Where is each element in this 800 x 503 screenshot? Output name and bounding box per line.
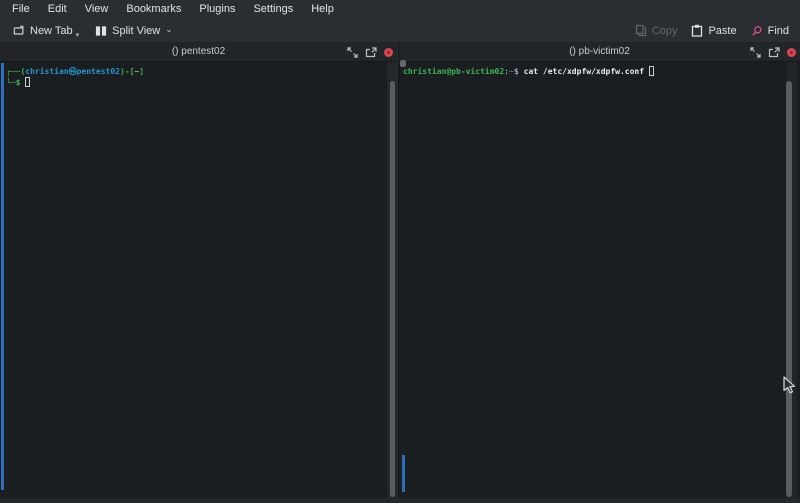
toolbar-left-group: New Tab ▾ Split View ⌄ (6, 19, 180, 43)
prompt-frame-close: ] (139, 67, 144, 76)
detach-view-icon[interactable] (365, 47, 377, 59)
left-pane-titlebar[interactable]: () pentest02 (0, 43, 397, 62)
left-pane-title: () pentest02 (0, 43, 397, 61)
split-view-label: Split View (112, 25, 160, 37)
mouse-pointer-icon (783, 376, 796, 399)
terminal-area-pentest02[interactable]: ┌──(christian㉿pentest02)-[~] └─$ (0, 62, 397, 503)
scroll-indicator (1, 63, 4, 490)
toolbar-right-group: Copy Paste Find (628, 19, 796, 43)
scroll-indicator (402, 455, 405, 492)
prompt-symbol: $ (514, 67, 519, 76)
typed-command: cat /etc/xdpfw/xdpfw.conf (524, 67, 644, 76)
paste-button[interactable]: Paste (684, 19, 743, 43)
maximize-view-icon[interactable] (749, 47, 761, 59)
close-view-icon[interactable] (787, 48, 796, 57)
prompt-symbol: └─$ (6, 78, 20, 87)
copy-button[interactable]: Copy (628, 19, 685, 43)
copy-icon (635, 25, 647, 37)
scroll-indicator-cap (400, 60, 406, 67)
right-pane-scrollbar-thumb[interactable] (786, 81, 792, 497)
terminal-cursor (649, 66, 654, 76)
left-pane-scrollbar-thumb[interactable] (390, 81, 395, 497)
menu-item-bookmarks[interactable]: Bookmarks (117, 0, 190, 19)
terminal-area-pb-victim02[interactable]: christian@pb-victim02:~$cat /etc/xdpfw/x… (399, 62, 800, 503)
menu-bar: File Edit View Bookmarks Plugins Setting… (0, 0, 800, 19)
prompt-frame-open: ┌──( (6, 67, 25, 76)
left-pane-scrollbar-track[interactable] (387, 62, 397, 503)
menu-item-view[interactable]: View (76, 0, 118, 19)
menu-item-settings[interactable]: Settings (244, 0, 302, 19)
paste-label: Paste (708, 25, 736, 37)
right-pane-title: () pb-victim02 (399, 43, 800, 61)
new-tab-button[interactable]: New Tab ▾ (6, 19, 88, 43)
right-pane-title-icons (749, 43, 796, 62)
right-pane-titlebar[interactable]: () pb-victim02 (399, 43, 800, 62)
window-bottom-edge (0, 498, 800, 503)
terminal-cursor (25, 77, 30, 87)
right-pane-scrollbar-track[interactable] (787, 62, 797, 503)
terminal-pane-pentest02: () pentest02 ┌──(christian㉿pentest02)-[~… (0, 43, 397, 503)
copy-label: Copy (652, 25, 678, 37)
toolbar: New Tab ▾ Split View ⌄ Copy (0, 19, 800, 43)
prompt-frame-mid: )-[ (120, 67, 134, 76)
split-view-icon (95, 25, 107, 37)
new-tab-icon (13, 25, 25, 37)
left-pane-title-icons (346, 43, 393, 62)
prompt-user-host: christian@pb-victim02 (403, 67, 504, 76)
close-view-icon[interactable] (384, 48, 393, 57)
split-view-button[interactable]: Split View ⌄ (88, 19, 180, 43)
find-icon (751, 25, 763, 37)
detach-view-icon[interactable] (768, 47, 780, 59)
menu-item-file[interactable]: File (3, 0, 39, 19)
new-tab-label: New Tab (30, 25, 73, 37)
konsole-window: File Edit View Bookmarks Plugins Setting… (0, 0, 800, 503)
maximize-view-icon[interactable] (346, 47, 358, 59)
menu-item-plugins[interactable]: Plugins (190, 0, 244, 19)
find-button[interactable]: Find (744, 19, 796, 43)
chevron-down-icon: ▾ (76, 31, 80, 39)
find-label: Find (768, 25, 789, 37)
prompt-user-host: christian㉿pentest02 (25, 67, 120, 76)
chevron-down-icon: ⌄ (165, 24, 173, 35)
menu-item-edit[interactable]: Edit (39, 0, 76, 19)
paste-icon (691, 25, 703, 37)
menu-item-help[interactable]: Help (302, 0, 343, 19)
terminal-pane-pb-victim02: () pb-victim02 christian@pb-victim02:~$c… (398, 43, 800, 503)
